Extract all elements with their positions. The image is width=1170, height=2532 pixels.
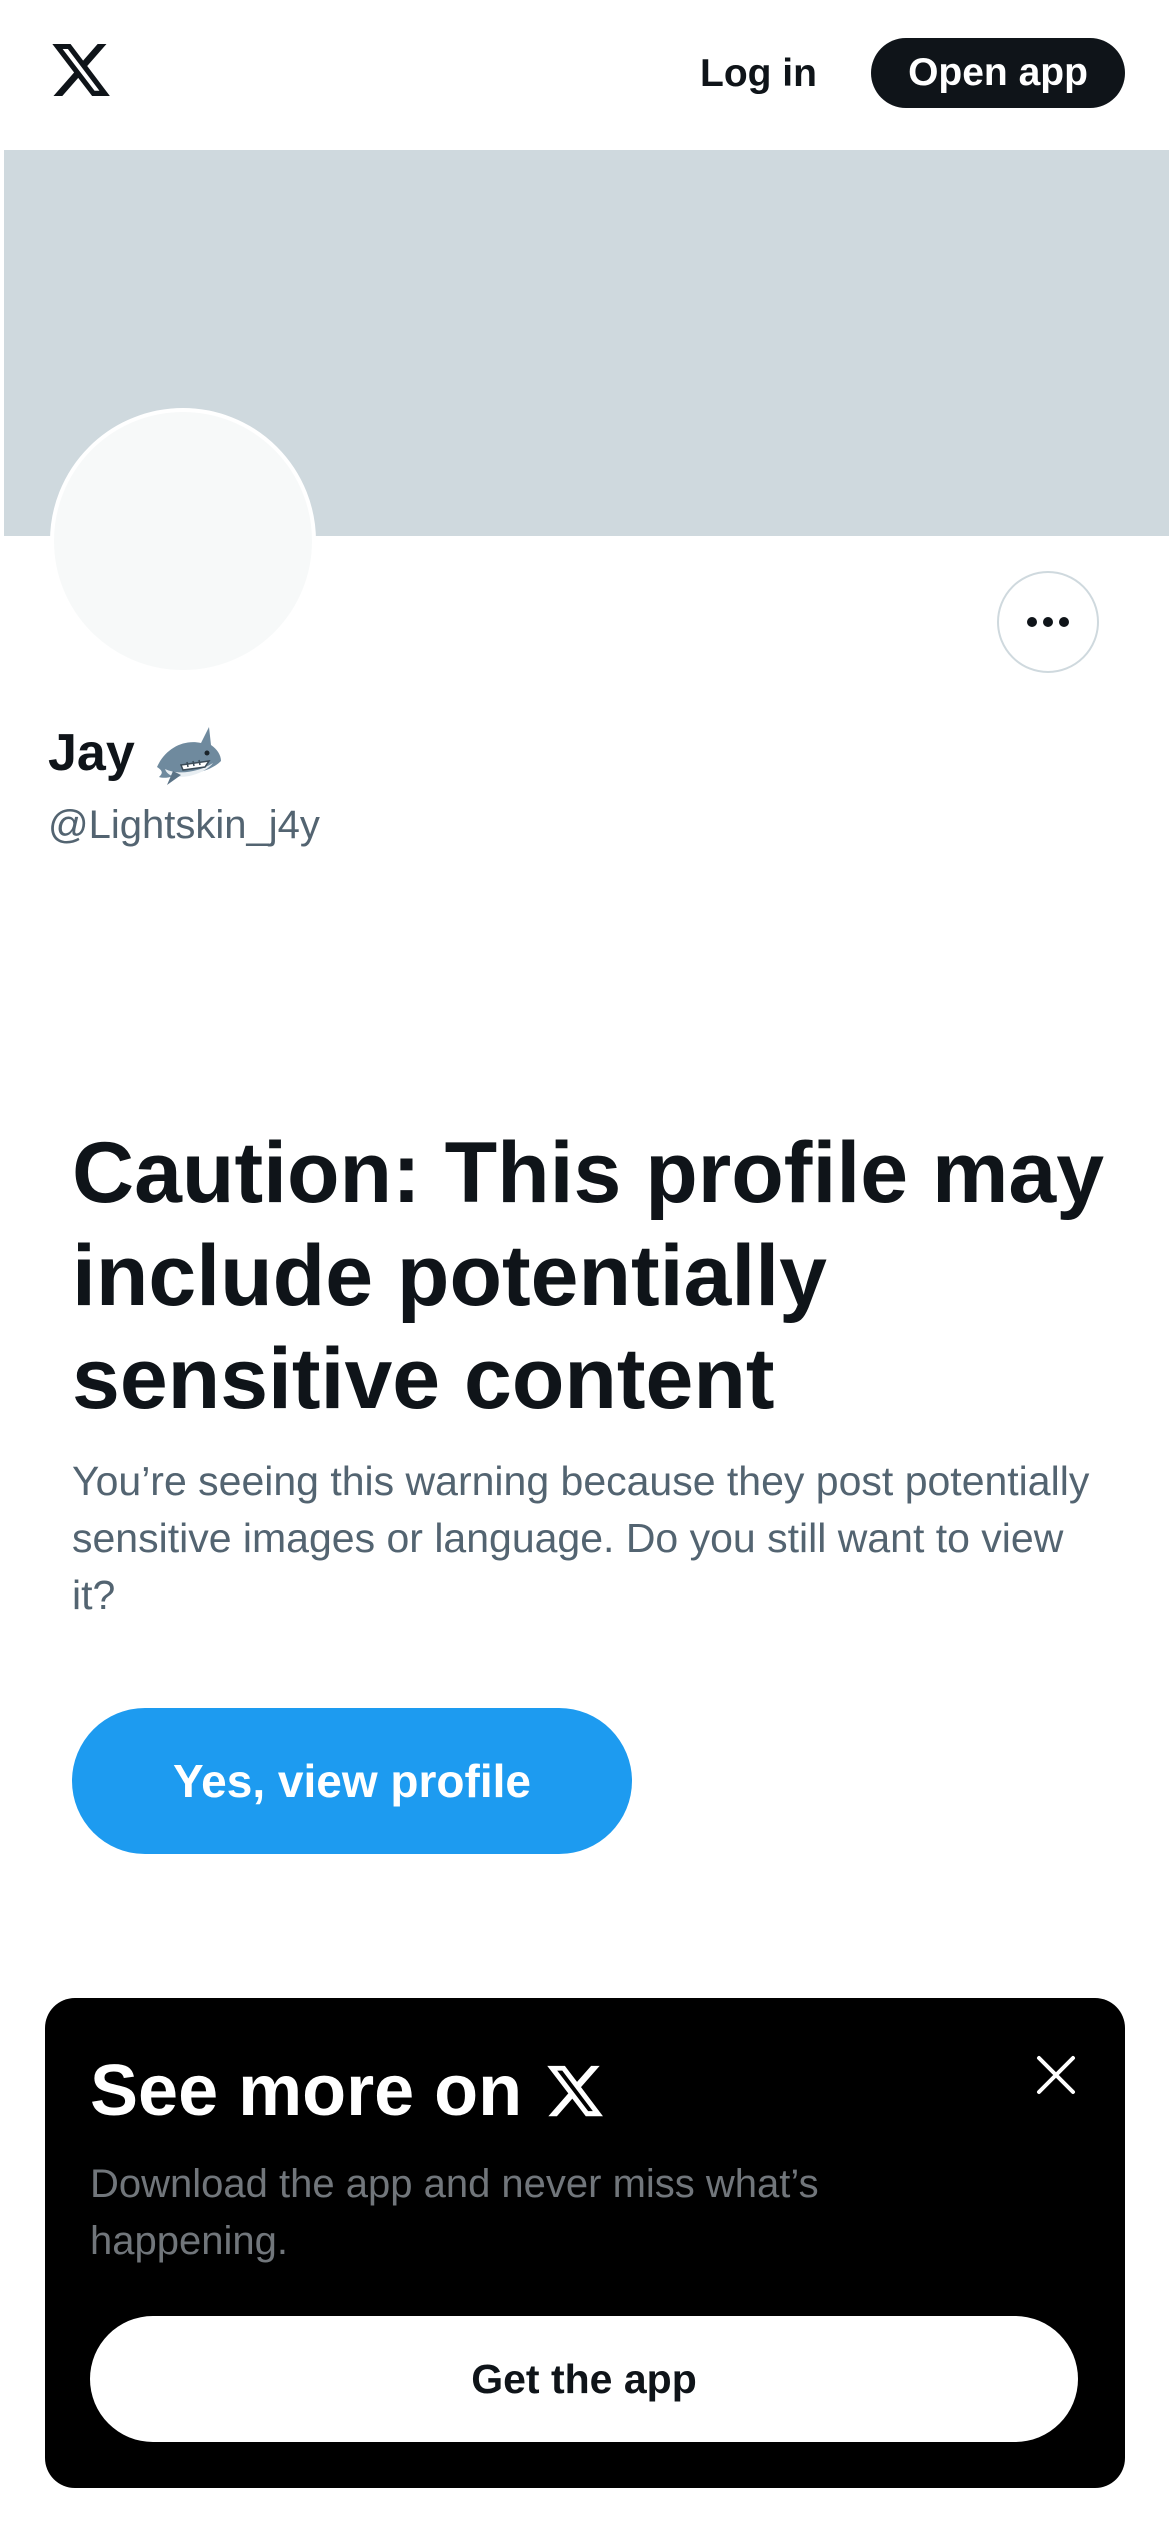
open-app-button[interactable]: Open app — [871, 38, 1125, 108]
shark-emoji-icon — [156, 727, 221, 785]
app-promo-sheet: See more on Download the app and never m… — [45, 1998, 1125, 2488]
profile-handle: @Lightskin_j4y — [48, 803, 320, 847]
x-logo-icon[interactable] — [46, 38, 116, 102]
close-icon[interactable] — [1031, 2050, 1081, 2100]
log-in-link[interactable]: Log in — [700, 42, 817, 106]
more-icon — [1027, 617, 1069, 627]
top-bar: Log in Open app — [0, 0, 1170, 150]
get-the-app-button[interactable]: Get the app — [90, 2316, 1078, 2442]
avatar[interactable] — [50, 408, 316, 674]
caution-title: Caution: This profile may include potent… — [72, 1125, 1105, 1427]
profile-name-row: Jay — [48, 718, 227, 788]
view-profile-button[interactable]: Yes, view profile — [72, 1708, 632, 1854]
display-name: Jay — [48, 724, 135, 782]
promo-title: See more on — [90, 2046, 608, 2136]
more-options-button[interactable] — [997, 571, 1099, 673]
caution-description: You’re seeing this warning because they … — [72, 1458, 1090, 1618]
promo-title-text: See more on — [90, 2051, 523, 2131]
x-logo-icon — [547, 2065, 604, 2117]
promo-description: Download the app and never miss what’s h… — [90, 2162, 819, 2263]
